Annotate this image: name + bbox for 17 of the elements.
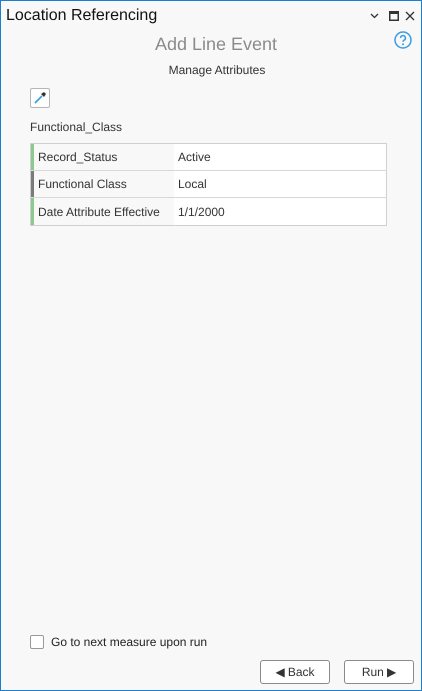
- run-button[interactable]: Run ▶: [344, 660, 414, 684]
- attribute-name-cell: Date Attribute Effective: [31, 198, 174, 225]
- section-subtitle: Manage Attributes: [168, 62, 266, 79]
- pick-tool-button[interactable]: [30, 88, 50, 108]
- help-icon[interactable]: [394, 31, 412, 49]
- checkbox[interactable]: [30, 635, 44, 649]
- attribute-name-cell: Functional Class: [31, 171, 174, 197]
- attribute-name-cell: Record_Status: [31, 144, 174, 170]
- window-title: Location Referencing: [6, 6, 158, 26]
- checkbox-label: Go to next measure upon run: [51, 634, 208, 651]
- close-icon[interactable]: [405, 11, 415, 21]
- table-title: Functional_Class: [30, 119, 124, 136]
- chevron-down-icon[interactable]: [370, 13, 379, 19]
- eyedropper-icon: [33, 91, 47, 105]
- panel-heading: Add Line Event: [154, 33, 278, 55]
- back-button[interactable]: ◀ Back: [260, 660, 330, 684]
- maximize-icon[interactable]: [389, 11, 399, 21]
